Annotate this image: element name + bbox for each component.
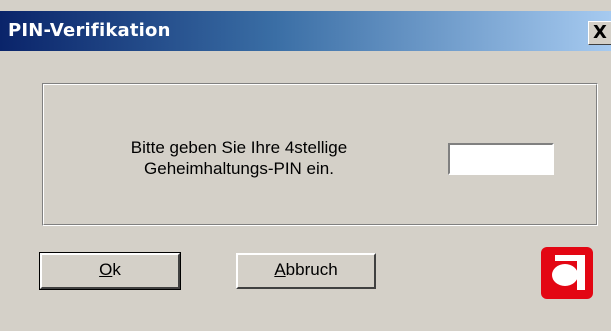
pin-dialog: PIN-Verifikation X Bitte geben Sie Ihre …: [0, 0, 611, 331]
prompt-line-2: Geheimhaltungs-PIN ein.: [144, 159, 334, 178]
cancel-button[interactable]: Abbruch: [236, 253, 376, 289]
pin-input[interactable]: [448, 143, 554, 175]
close-icon: X: [593, 22, 607, 43]
ok-mnemonic: O: [99, 260, 113, 279]
ok-label-rest: k: [112, 260, 121, 279]
company-logo-icon: [541, 247, 593, 299]
prompt-line-1: Bitte geben Sie Ihre 4stellige: [130, 138, 348, 157]
cancel-mnemonic: A: [274, 260, 286, 279]
close-button[interactable]: X: [588, 21, 611, 45]
title-bar[interactable]: PIN-Verifikation X: [0, 11, 611, 51]
group-box-inner: Bitte geben Sie Ihre 4stellige Geheimhal…: [43, 84, 597, 225]
cancel-label-rest: bbruch: [285, 260, 338, 279]
window-title: PIN-Verifikation: [8, 20, 171, 41]
ok-button[interactable]: Ok: [39, 252, 181, 290]
pin-prompt: Bitte geben Sie Ihre 4stellige Geheimhal…: [116, 137, 362, 179]
pin-group-box: Bitte geben Sie Ihre 4stellige Geheimhal…: [42, 83, 598, 226]
